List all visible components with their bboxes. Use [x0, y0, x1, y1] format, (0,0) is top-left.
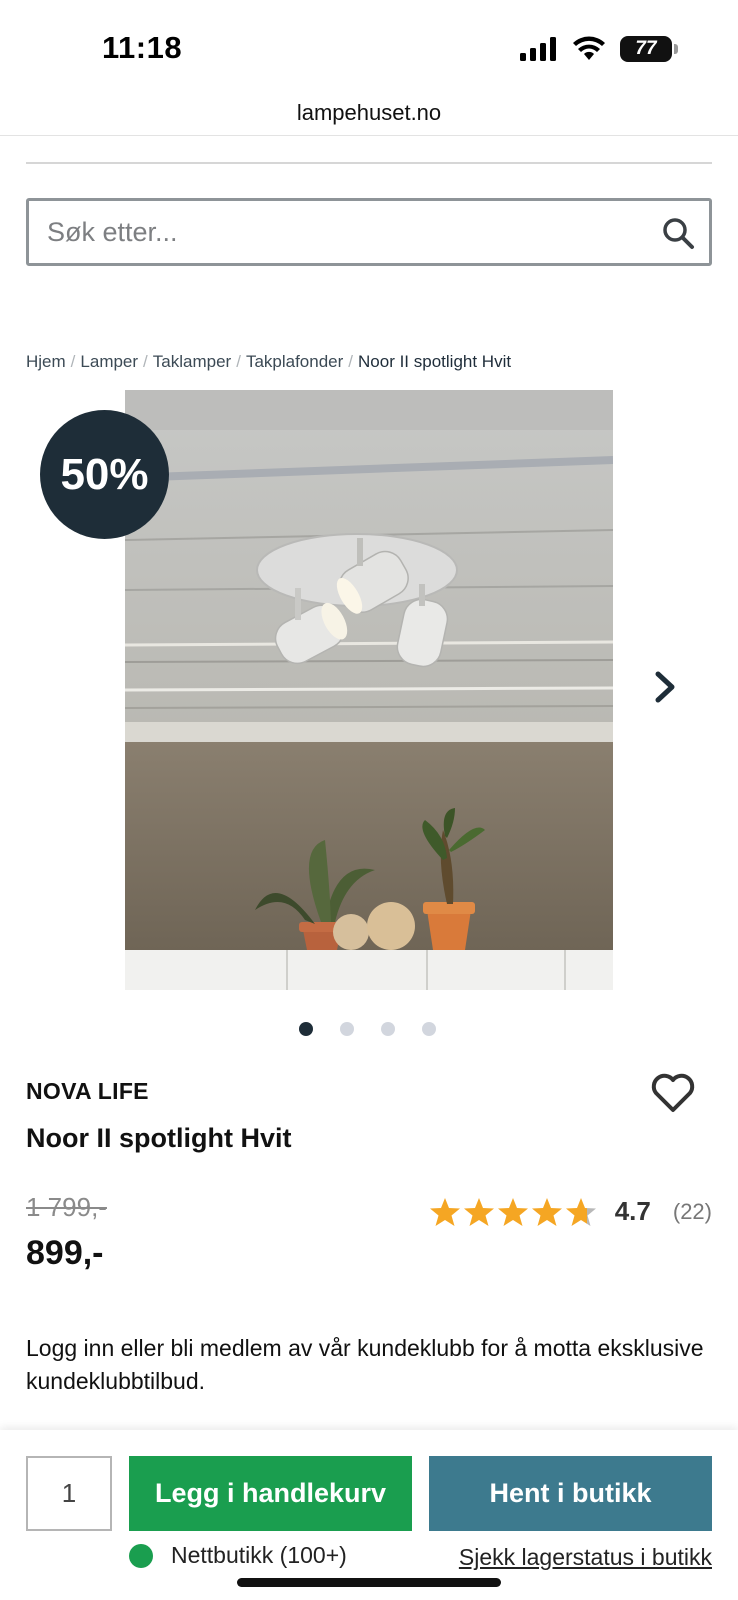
gallery-dot-2[interactable] [339, 1022, 354, 1036]
club-message: Logg inn eller bli medlem av vår kundekl… [26, 1335, 704, 1394]
url-text: lampehuset.no [296, 100, 442, 125]
battery-icon: 77 [620, 36, 678, 62]
status-icons: 77 [520, 36, 678, 62]
discount-badge: 50% [40, 410, 169, 539]
heart-icon[interactable] [650, 1072, 696, 1114]
online-stock-status: Nettbutikk (100+) [129, 1542, 347, 1569]
breadcrumb-taklamper[interactable]: Taklamper [153, 352, 231, 371]
status-time: 11:18 [102, 30, 183, 65]
cellular-signal-icon [520, 37, 556, 61]
status-bar: 11:18 77 [0, 0, 738, 96]
product-brand[interactable]: NOVA LIFE [26, 1078, 149, 1105]
search-icon[interactable] [661, 216, 695, 250]
check-store-stock-link[interactable]: Sjekk lagerstatus i butikk [459, 1544, 712, 1571]
gallery-dot-1[interactable] [298, 1022, 313, 1036]
gallery-dot-4[interactable] [421, 1022, 436, 1036]
star-icon [565, 1197, 596, 1226]
breadcrumb-lamper[interactable]: Lamper [80, 352, 138, 371]
rating-value: 4.7 [614, 1196, 651, 1226]
breadcrumb-takplafonder[interactable]: Takplafonder [246, 352, 343, 371]
chevron-right-icon[interactable] [652, 670, 678, 704]
quantity-input[interactable]: 1 [26, 1456, 112, 1531]
search-box [26, 198, 712, 266]
rating-stars [429, 1197, 597, 1227]
gallery-dot-3[interactable] [380, 1022, 395, 1036]
old-price: 1 799,- [26, 1192, 107, 1222]
breadcrumb-home[interactable]: Hjem [26, 352, 66, 371]
header-divider [26, 162, 712, 164]
purchase-bar: 1 Legg i handlekurv Hent i butikk Nettbu… [0, 1430, 738, 1600]
wifi-icon [573, 36, 605, 60]
breadcrumb-current: Noor II spotlight Hvit [358, 352, 512, 371]
breadcrumb: Hjem / Lamper / Taklamper / Takplafonder / Noor … [26, 352, 512, 371]
browser-address-bar[interactable]: lampehuset.no [0, 96, 738, 136]
star-icon [463, 1197, 494, 1226]
star-icon [497, 1197, 528, 1226]
gallery-pagination [0, 1022, 738, 1036]
product-image[interactable] [125, 390, 613, 990]
product-rating[interactable]: 4.7 (22) [429, 1196, 712, 1227]
search-input[interactable] [29, 201, 629, 263]
battery-level: 77 [635, 38, 657, 59]
home-indicator[interactable] [237, 1578, 501, 1587]
product-gallery[interactable]: 50% [0, 390, 738, 990]
add-to-cart-button[interactable]: Legg i handlekurv [129, 1456, 412, 1531]
pickup-in-store-button[interactable]: Hent i butikk [429, 1456, 712, 1531]
rating-count: (22) [672, 1198, 712, 1224]
star-icon [531, 1197, 562, 1226]
product-title: Noor II spotlight Hvit [26, 1123, 292, 1153]
stock-text: Nettbutikk (100+) [171, 1542, 347, 1568]
current-price: 899,- [26, 1234, 104, 1272]
in-stock-indicator [129, 1543, 153, 1568]
star-icon [429, 1197, 460, 1226]
